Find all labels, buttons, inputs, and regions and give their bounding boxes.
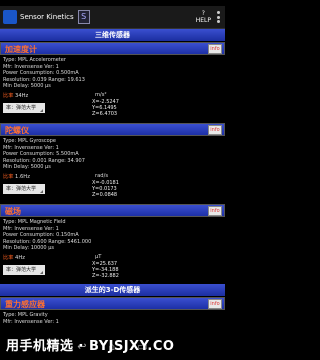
rate-value: 1.6Hz bbox=[15, 173, 30, 180]
rate-selector[interactable]: 率：弹范大学 bbox=[3, 102, 45, 113]
rate-row: 比率 34Hz bbox=[3, 92, 28, 99]
s-badge[interactable]: S bbox=[77, 10, 90, 24]
sensor-accelerometer: 加速度计 info Type: MPL Accelerometer Mfr: I… bbox=[0, 42, 225, 120]
rate-selector[interactable]: 率：弹范大学 bbox=[3, 264, 45, 275]
rate-value: 4Hz bbox=[15, 254, 25, 261]
sensor-info-button[interactable]: info bbox=[208, 125, 222, 135]
sensor-info: Type: MPL Gravity Mfr: Invensense Ver: 1 bbox=[0, 310, 225, 325]
rate-row: 比率 4Hz bbox=[3, 254, 25, 261]
watermark: 用手机精选 · BYJSJXY.CO bbox=[6, 339, 175, 354]
sensor-info-button[interactable]: info bbox=[208, 44, 222, 54]
navigation-bar: ↩ ⌂ ▭ 用手机精选 · BYJSJXY.CO bbox=[0, 330, 225, 360]
section-header-3d: 三维传感器 bbox=[0, 29, 225, 41]
xyz-readout: X=-2.5247 Y=6.1495 Z=6.4703 bbox=[92, 99, 119, 117]
help-button[interactable]: ? HELP bbox=[196, 10, 211, 24]
sensor-name: 加速度计 bbox=[5, 45, 37, 54]
rate-label: 比率 bbox=[3, 254, 14, 261]
sensor-info: Type: MPL Gyroscope Mfr: Invensense Ver:… bbox=[0, 136, 225, 171]
sensor-magnetic-field: 磁场 info Type: MPL Magnetic Field Mfr: In… bbox=[0, 204, 225, 282]
overflow-menu-icon[interactable] bbox=[217, 11, 220, 23]
sensor-name: 陀螺仪 bbox=[5, 126, 29, 135]
z-value: Z=-32.882 bbox=[92, 272, 119, 279]
y-value: Y=-34.188 bbox=[92, 266, 119, 273]
rate-selector[interactable]: 率：弹范大学 bbox=[3, 183, 45, 194]
sensor-info: Type: MPL Magnetic Field Mfr: Invensense… bbox=[0, 217, 225, 252]
x-value: X=25.637 bbox=[92, 260, 118, 267]
sensor-header[interactable]: 陀螺仪 info bbox=[0, 123, 225, 136]
z-value: Z=6.4703 bbox=[92, 110, 118, 117]
help-question-icon: ? bbox=[201, 10, 205, 17]
help-label: HELP bbox=[195, 17, 211, 24]
action-bar: Sensor Kinetics S ? HELP bbox=[0, 6, 225, 29]
app-title: Sensor Kinetics bbox=[20, 13, 74, 21]
sensor-info-button[interactable]: info bbox=[208, 206, 222, 216]
sensor-gravity: 重力感应器 info Type: MPL Gravity Mfr: Invens… bbox=[0, 297, 225, 325]
sensor-info-button[interactable]: info bbox=[208, 299, 222, 309]
unit-label: µT bbox=[95, 253, 102, 260]
sensor-gyroscope: 陀螺仪 info Type: MPL Gyroscope Mfr: Invens… bbox=[0, 123, 225, 201]
xyz-readout: X=25.637 Y=-34.188 Z=-32.882 bbox=[92, 261, 119, 279]
y-value: Y=6.1495 bbox=[92, 104, 117, 111]
sensor-name: 重力感应器 bbox=[5, 300, 45, 309]
rate-label: 比率 bbox=[3, 173, 14, 180]
sensor-header[interactable]: 加速度计 info bbox=[0, 42, 225, 55]
x-value: X=-2.5247 bbox=[92, 98, 119, 105]
sensor-info: Type: MPL Accelerometer Mfr: Invensense … bbox=[0, 55, 225, 90]
rate-row: 比率 1.6Hz bbox=[3, 173, 30, 180]
unit-label: m/s² bbox=[95, 91, 107, 98]
y-value: Y=0.0173 bbox=[92, 185, 117, 192]
info-line: Mfr: Invensense Ver: 1 bbox=[3, 318, 59, 325]
sensor-header[interactable]: 重力感应器 info bbox=[0, 297, 225, 310]
sensor-name: 磁场 bbox=[5, 207, 21, 216]
app-logo-icon bbox=[3, 10, 17, 24]
x-value: X=-0.0181 bbox=[92, 179, 119, 186]
section-header-derived: 派生的3-D传感器 bbox=[0, 284, 225, 296]
xyz-readout: X=-0.0181 Y=0.0173 Z=0.0848 bbox=[92, 180, 119, 198]
rate-label: 比率 bbox=[3, 92, 14, 99]
z-value: Z=0.0848 bbox=[92, 191, 118, 198]
unit-label: rad/s bbox=[95, 172, 109, 179]
sensor-header[interactable]: 磁场 info bbox=[0, 204, 225, 217]
rate-value: 34Hz bbox=[15, 92, 29, 99]
